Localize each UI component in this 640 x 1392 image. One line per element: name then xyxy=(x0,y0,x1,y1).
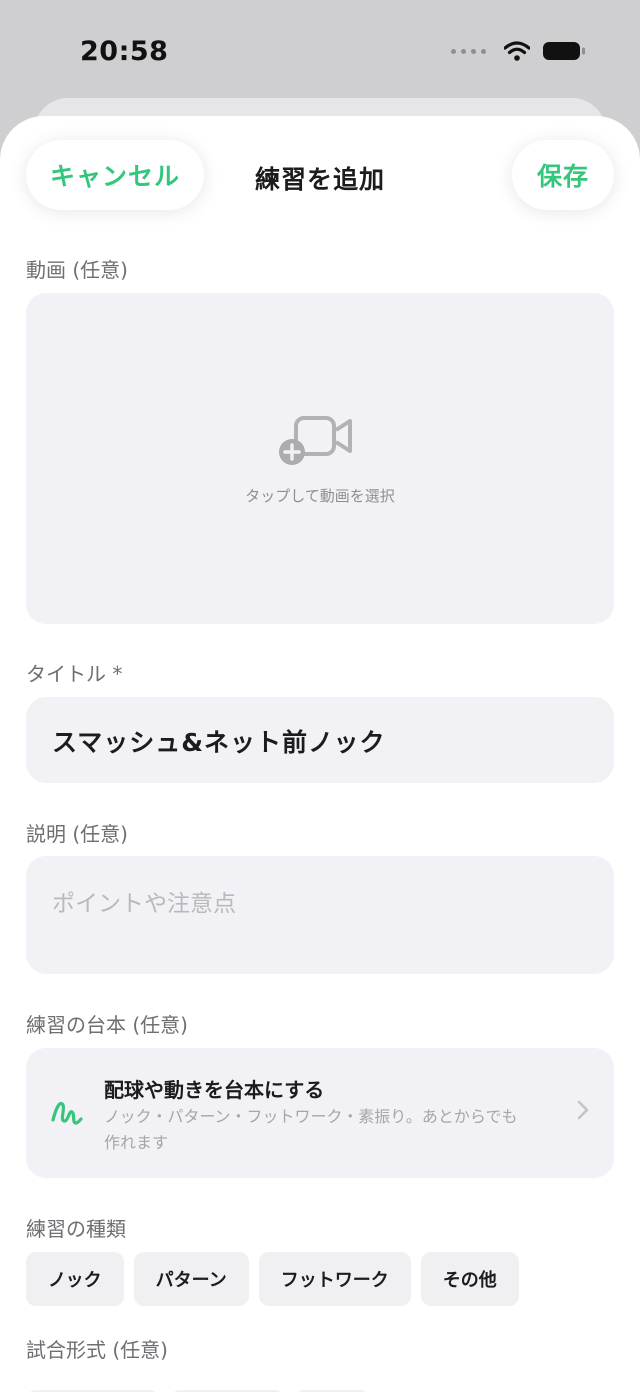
status-bar: 20:58 xyxy=(0,0,640,100)
description-placeholder: ポイントや注意点 xyxy=(52,891,236,917)
title-input[interactable]: スマッシュ&ネット前ノック xyxy=(26,697,614,783)
save-button[interactable]: 保存 xyxy=(512,140,614,210)
add-practice-sheet: キャンセル 練習を追加 保存 動画 (任意) タップして動画を選択 タイトル *… xyxy=(0,116,640,1392)
chevron-right-icon xyxy=(577,1100,589,1120)
description-label: 説明 (任意) xyxy=(26,822,128,846)
chip-pattern[interactable]: パターン xyxy=(133,1252,249,1306)
practice-type-label: 練習の種類 xyxy=(26,1217,126,1241)
script-description: ノック・パターン・フットワーク・素振り。あとからでも作れます xyxy=(104,1107,518,1152)
wifi-icon xyxy=(504,41,530,61)
title-value: スマッシュ&ネット前ノック xyxy=(52,728,386,757)
video-picker[interactable]: タップして動画を選択 xyxy=(26,293,614,624)
match-format-label: 試合形式 (任意) xyxy=(26,1338,168,1362)
chip-other[interactable]: その他 xyxy=(420,1252,519,1306)
script-label: 練習の台本 (任意) xyxy=(26,1013,188,1037)
description-input[interactable]: ポイントや注意点 xyxy=(26,856,614,974)
video-label: 動画 (任意) xyxy=(26,258,128,282)
scribble-icon xyxy=(51,1101,83,1125)
practice-type-options: ノック パターン フットワーク その他 xyxy=(26,1252,519,1306)
chip-knock[interactable]: ノック xyxy=(26,1252,124,1306)
script-row[interactable]: 配球や動きを台本にする ノック・パターン・フットワーク・素振り。あとからでも作れ… xyxy=(26,1048,614,1178)
cellular-signal-icon xyxy=(451,48,486,54)
battery-icon xyxy=(543,42,585,60)
chip-footwork[interactable]: フットワーク xyxy=(258,1252,411,1306)
video-add-icon xyxy=(279,416,352,465)
video-hint: タップして動画を選択 xyxy=(245,487,395,505)
status-time: 20:58 xyxy=(80,36,169,67)
script-title: 配球や動きを台本にする xyxy=(104,1078,325,1102)
status-icons xyxy=(451,40,586,62)
title-label: タイトル * xyxy=(26,662,123,686)
